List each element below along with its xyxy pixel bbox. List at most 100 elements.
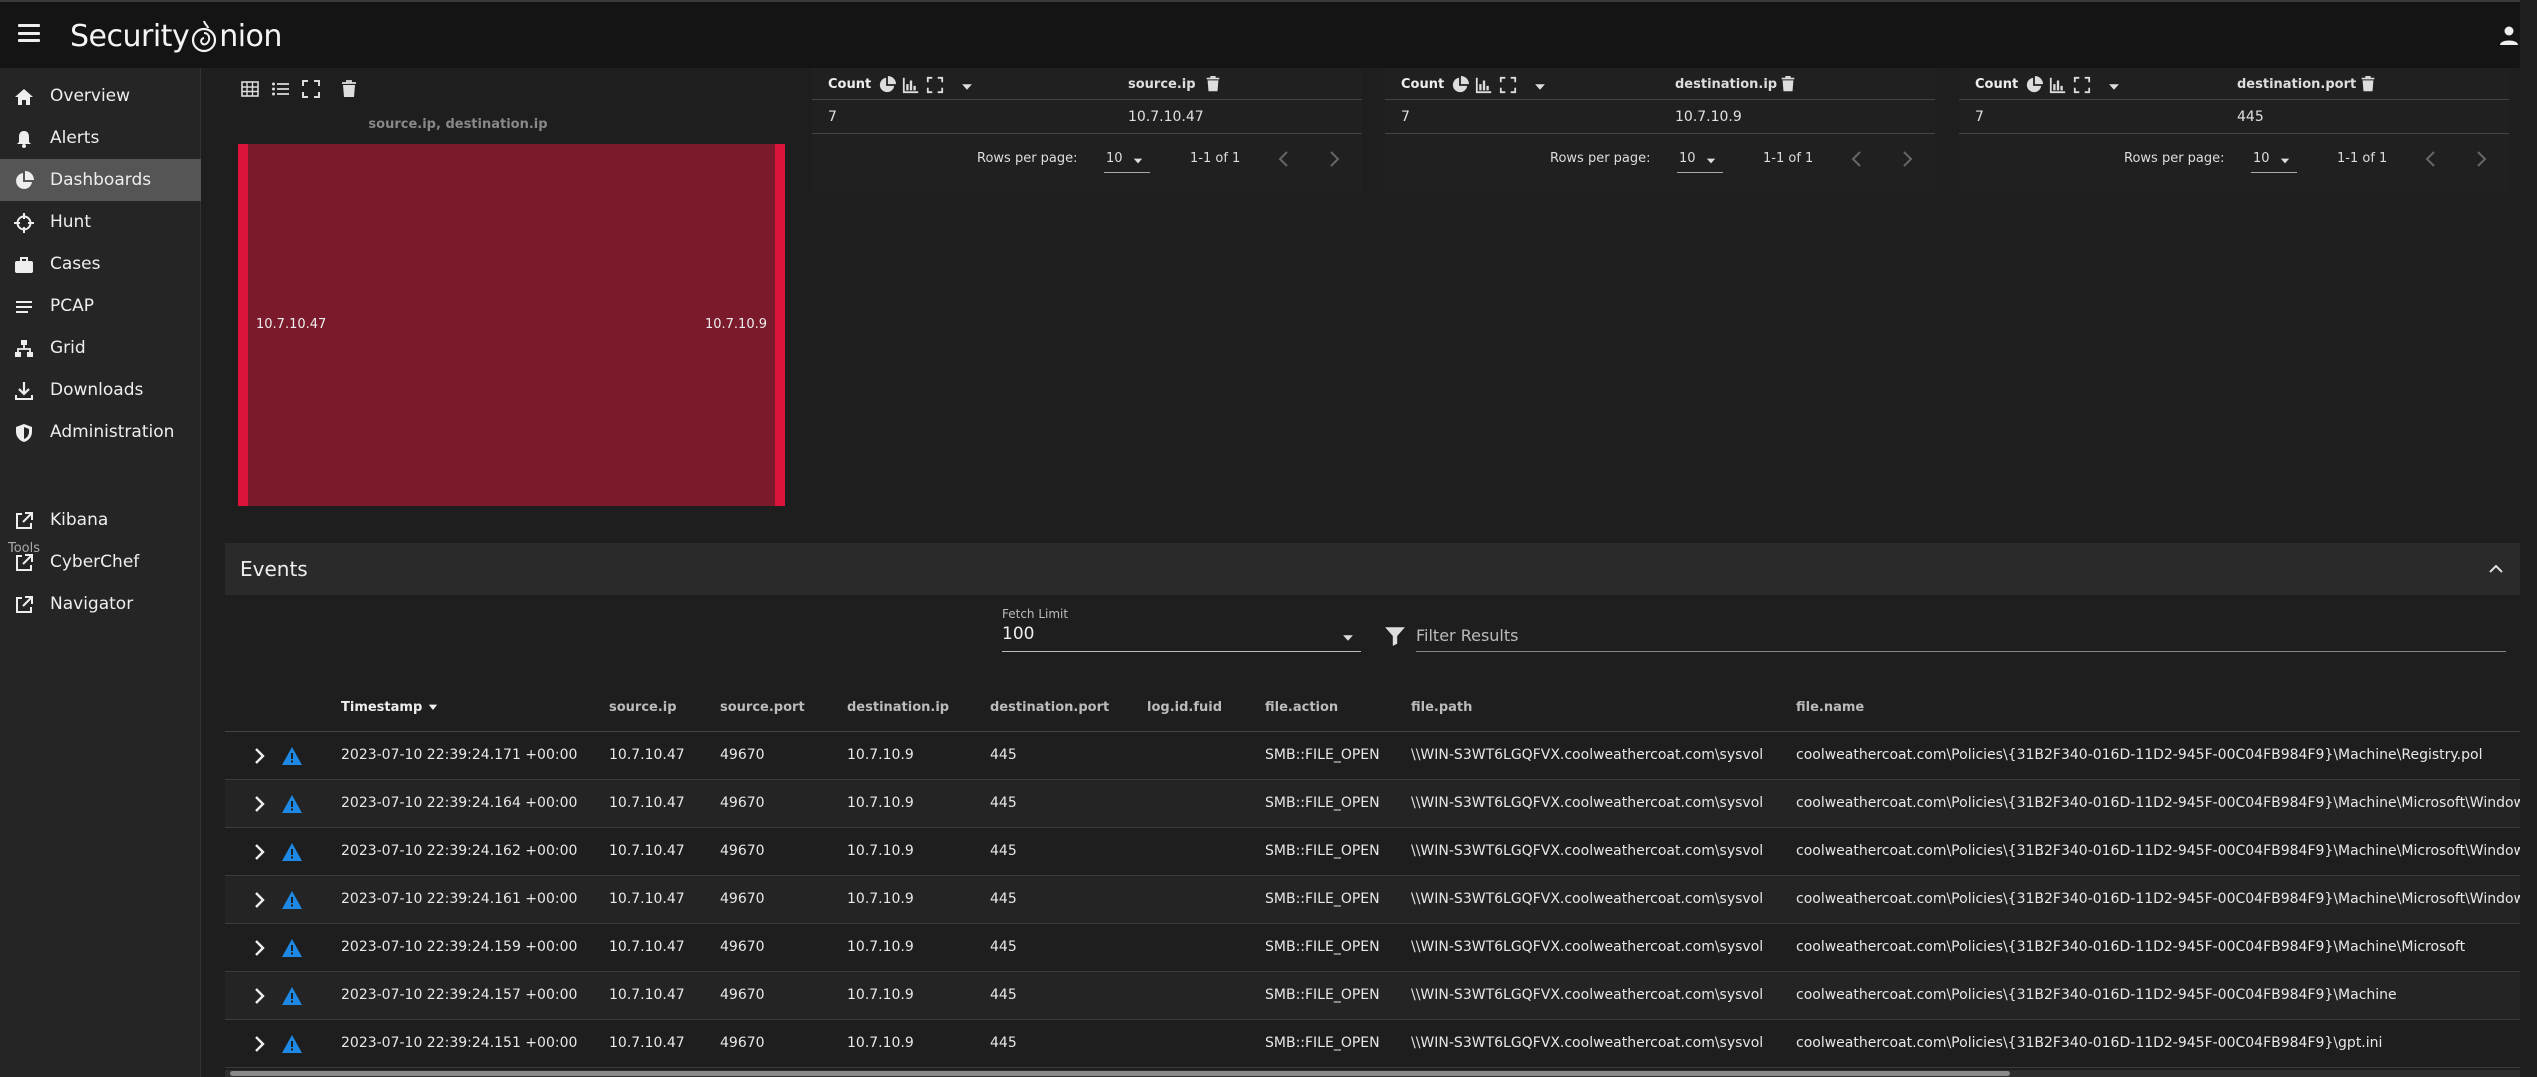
horizontal-scrollbar[interactable] [225, 1070, 2520, 1077]
sidebar-item-dashboards[interactable]: Dashboards [0, 159, 201, 201]
filter-results-input[interactable] [1416, 620, 2506, 652]
table-view-icon[interactable] [240, 79, 260, 99]
fetch-limit-select[interactable]: 100 [1002, 622, 1361, 652]
sidebar-item-overview[interactable]: Overview [0, 75, 201, 117]
warning-icon[interactable] [281, 745, 303, 767]
table-row[interactable]: 7 10.7.10.47 [812, 100, 1362, 134]
cell-destination-port[interactable]: 445 [990, 987, 1017, 1003]
chevron-up-icon[interactable] [2484, 557, 2508, 581]
field-column-header[interactable]: destination.port [2237, 77, 2356, 92]
table-row[interactable]: 2023-07-10 22:39:24.161 +00:00 10.7.10.47… [225, 876, 2520, 924]
cell-destination-ip[interactable]: 10.7.10.9 [847, 747, 914, 763]
column-header-destination-ip[interactable]: destination.ip [847, 700, 949, 715]
bar-chart-icon[interactable] [1475, 76, 1493, 94]
sidebar-item-administration[interactable]: Administration [0, 411, 201, 453]
cell-file-path[interactable]: \\WIN-S3WT6LGQFVX.coolweathercoat.com\sy… [1411, 987, 1763, 1003]
rows-per-page-select[interactable]: 10 [1677, 149, 1723, 173]
cell-source-port[interactable]: 49670 [720, 891, 765, 907]
cell-destination-ip[interactable]: 10.7.10.9 [847, 795, 914, 811]
trash-icon[interactable] [2359, 75, 2377, 93]
cell-file-path[interactable]: \\WIN-S3WT6LGQFVX.coolweathercoat.com\sy… [1411, 795, 1763, 811]
chevron-down-icon[interactable] [2107, 80, 2121, 94]
field-column-header[interactable]: destination.ip [1675, 77, 1777, 92]
cell-source-port[interactable]: 49670 [720, 1035, 765, 1051]
warning-icon[interactable] [281, 1033, 303, 1055]
column-header-destination-port[interactable]: destination.port [990, 700, 1109, 715]
rows-per-page-select[interactable]: 10 [2251, 149, 2297, 173]
warning-icon[interactable] [281, 985, 303, 1007]
chevron-right-icon[interactable] [247, 888, 271, 912]
cell-file-path[interactable]: \\WIN-S3WT6LGQFVX.coolweathercoat.com\sy… [1411, 891, 1763, 907]
chevron-down-icon[interactable] [960, 80, 974, 94]
sidebar-item-kibana[interactable]: Kibana [0, 499, 201, 541]
sidebar-item-grid[interactable]: Grid [0, 327, 201, 369]
cell-destination-port[interactable]: 445 [990, 939, 1017, 955]
cell-file-name[interactable]: coolweathercoat.com\Policies\{31B2F340-0… [1796, 843, 2520, 859]
cell-source-port[interactable]: 49670 [720, 747, 765, 763]
table-row[interactable]: 7 445 [1959, 100, 2509, 134]
sankey-source-node[interactable] [238, 144, 248, 506]
table-row[interactable]: 2023-07-10 22:39:24.159 +00:00 10.7.10.47… [225, 924, 2520, 972]
next-page-icon[interactable] [2469, 147, 2493, 171]
cell-file-path[interactable]: \\WIN-S3WT6LGQFVX.coolweathercoat.com\sy… [1411, 939, 1763, 955]
pie-chart-icon[interactable] [878, 76, 896, 94]
cell-source-port[interactable]: 49670 [720, 939, 765, 955]
menu-icon[interactable] [18, 24, 40, 42]
cell-destination-ip[interactable]: 10.7.10.9 [847, 939, 914, 955]
sidebar-item-downloads[interactable]: Downloads [0, 369, 201, 411]
table-row[interactable]: 2023-07-10 22:39:24.171 +00:00 10.7.10.47… [225, 732, 2520, 780]
cell-destination-ip[interactable]: 10.7.10.9 [847, 843, 914, 859]
cell-source-port[interactable]: 49670 [720, 987, 765, 1003]
sidebar-item-cyberchef[interactable]: CyberChef [0, 541, 201, 583]
sidebar-item-navigator[interactable]: Navigator [0, 583, 201, 625]
cell-file-name[interactable]: coolweathercoat.com\Policies\{31B2F340-0… [1796, 891, 2520, 907]
fullscreen-icon[interactable] [1499, 76, 1517, 94]
scrollbar-thumb[interactable] [230, 1071, 2010, 1076]
cell-file-name[interactable]: coolweathercoat.com\Policies\{31B2F340-0… [1796, 795, 2520, 811]
count-column-header[interactable]: Count [1975, 77, 2018, 92]
cell-destination-port[interactable]: 445 [990, 1035, 1017, 1051]
fullscreen-icon[interactable] [2073, 76, 2091, 94]
value-cell[interactable]: 10.7.10.47 [1128, 109, 1204, 125]
cell-destination-port[interactable]: 445 [990, 891, 1017, 907]
chevron-right-icon[interactable] [247, 984, 271, 1008]
cell-destination-port[interactable]: 445 [990, 795, 1017, 811]
cell-source-port[interactable]: 49670 [720, 843, 765, 859]
previous-page-icon[interactable] [1845, 147, 1869, 171]
security-onion-logo[interactable]: Security nion [70, 16, 282, 56]
warning-icon[interactable] [281, 937, 303, 959]
cell-destination-ip[interactable]: 10.7.10.9 [847, 987, 914, 1003]
value-cell[interactable]: 10.7.10.9 [1675, 109, 1742, 125]
cell-source-ip[interactable]: 10.7.10.47 [609, 795, 685, 811]
trash-icon[interactable] [339, 79, 359, 99]
cell-file-action[interactable]: SMB::FILE_OPEN [1265, 843, 1380, 859]
bar-chart-icon[interactable] [2049, 76, 2067, 94]
cell-source-ip[interactable]: 10.7.10.47 [609, 987, 685, 1003]
cell-file-action[interactable]: SMB::FILE_OPEN [1265, 1035, 1380, 1051]
cell-file-name[interactable]: coolweathercoat.com\Policies\{31B2F340-0… [1796, 987, 2397, 1003]
cell-file-action[interactable]: SMB::FILE_OPEN [1265, 939, 1380, 955]
cell-destination-port[interactable]: 445 [990, 747, 1017, 763]
chevron-right-icon[interactable] [247, 792, 271, 816]
pie-chart-icon[interactable] [1451, 76, 1469, 94]
list-view-icon[interactable] [271, 79, 291, 99]
cell-file-action[interactable]: SMB::FILE_OPEN [1265, 795, 1380, 811]
table-row[interactable]: 7 10.7.10.9 [1385, 100, 1935, 134]
column-header-source-ip[interactable]: source.ip [609, 700, 677, 715]
cell-file-name[interactable]: coolweathercoat.com\Policies\{31B2F340-0… [1796, 939, 2465, 955]
account-icon[interactable] [2497, 24, 2520, 48]
chevron-down-icon[interactable] [1533, 80, 1547, 94]
cell-file-name[interactable]: coolweathercoat.com\Policies\{31B2F340-0… [1796, 747, 2482, 763]
cell-file-path[interactable]: \\WIN-S3WT6LGQFVX.coolweathercoat.com\sy… [1411, 747, 1763, 763]
warning-icon[interactable] [281, 793, 303, 815]
cell-source-ip[interactable]: 10.7.10.47 [609, 843, 685, 859]
next-page-icon[interactable] [1322, 147, 1346, 171]
rows-per-page-select[interactable]: 10 [1104, 149, 1150, 173]
cell-file-path[interactable]: \\WIN-S3WT6LGQFVX.coolweathercoat.com\sy… [1411, 843, 1763, 859]
cell-file-action[interactable]: SMB::FILE_OPEN [1265, 987, 1380, 1003]
chevron-right-icon[interactable] [247, 840, 271, 864]
cell-destination-ip[interactable]: 10.7.10.9 [847, 1035, 914, 1051]
cell-destination-ip[interactable]: 10.7.10.9 [847, 891, 914, 907]
count-column-header[interactable]: Count [1401, 77, 1444, 92]
cell-file-name[interactable]: coolweathercoat.com\Policies\{31B2F340-0… [1796, 1035, 2382, 1051]
